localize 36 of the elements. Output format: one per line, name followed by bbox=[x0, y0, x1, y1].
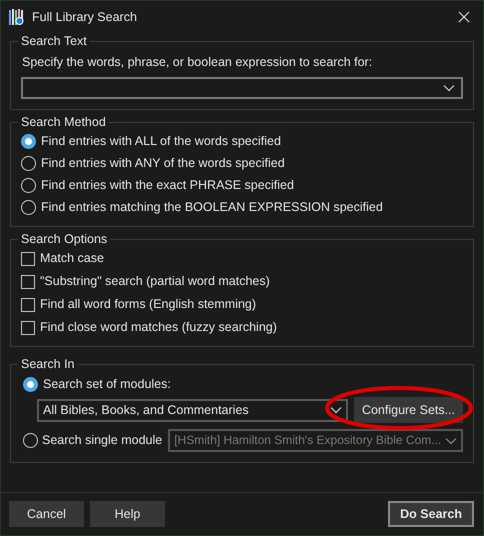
module-set-dropdown[interactable]: All Bibles, Books, and Commentaries bbox=[37, 398, 348, 422]
close-icon[interactable] bbox=[458, 11, 470, 23]
configure-sets-button[interactable]: Configure Sets... bbox=[354, 397, 463, 423]
help-button[interactable]: Help bbox=[90, 501, 165, 527]
search-combo-box[interactable] bbox=[21, 77, 463, 99]
group-label: Search Text bbox=[20, 33, 88, 50]
option-label: "Substring" search (partial word matches) bbox=[40, 273, 270, 290]
option-label: Find entries with ALL of the words specified bbox=[41, 133, 281, 150]
group-label: Search In bbox=[20, 356, 76, 373]
radio-button[interactable] bbox=[21, 134, 36, 149]
option-label: Match case bbox=[40, 250, 104, 267]
chevron-down-icon bbox=[445, 436, 457, 444]
prompt-text: Specify the words, phrase, or boolean expression to search for: bbox=[22, 54, 374, 71]
option-label: Find all word forms (English stemming) bbox=[40, 296, 256, 313]
cancel-button[interactable]: Cancel bbox=[9, 501, 84, 527]
group-label: Search Method bbox=[20, 114, 107, 131]
radio-button[interactable] bbox=[21, 200, 36, 215]
window-title: Full Library Search bbox=[32, 8, 138, 26]
app-icon bbox=[9, 8, 25, 26]
checkbox[interactable] bbox=[21, 252, 35, 266]
do-search-button[interactable]: Do Search bbox=[388, 501, 474, 527]
group-label: Search Options bbox=[20, 231, 108, 248]
checkbox[interactable] bbox=[21, 274, 35, 288]
chevron-down-icon bbox=[330, 406, 342, 414]
option-label: Find entries with ANY of the words specified bbox=[41, 155, 285, 172]
checkbox[interactable] bbox=[21, 298, 35, 312]
option-label: Find entries matching the BOOLEAN EXPRESSION specified bbox=[41, 199, 383, 216]
option-label: Search set of modules: bbox=[43, 376, 171, 393]
option-label: Search single module bbox=[42, 432, 162, 449]
checkbox[interactable] bbox=[21, 320, 35, 334]
option-label: Find close word matches (fuzzy searching) bbox=[40, 319, 277, 336]
radio-button[interactable] bbox=[21, 156, 36, 171]
chevron-down-icon bbox=[443, 84, 455, 92]
option-label: Find entries with the exact PHRASE specified bbox=[41, 177, 294, 194]
radio-button[interactable] bbox=[23, 377, 38, 392]
radio-button[interactable] bbox=[21, 178, 36, 193]
